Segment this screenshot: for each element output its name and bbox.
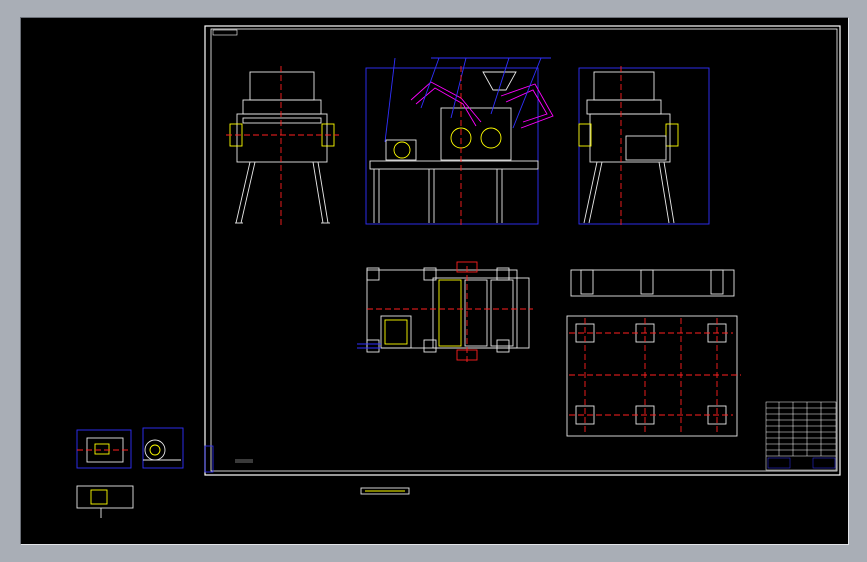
right-elevation-view[interactable] (578, 66, 710, 226)
sheet-corner-tab (212, 29, 238, 36)
foundation-plan-view[interactable] (566, 269, 741, 437)
left-elevation-view[interactable] (226, 66, 339, 226)
scale-bar (360, 487, 410, 495)
title-block[interactable] (765, 401, 837, 471)
center-elevation-view[interactable] (365, 57, 554, 228)
sheet-side-strip (204, 445, 214, 473)
sheet-note-mark (235, 459, 253, 463)
ucs-icon (27, 526, 45, 538)
drawing-viewport[interactable] (20, 17, 849, 545)
sheet-outer-frame (204, 25, 841, 476)
plan-view[interactable] (357, 261, 533, 364)
motor-detail-views[interactable] (76, 427, 184, 518)
cad-drawing-canvas[interactable] (21, 18, 848, 544)
sheet-inner-border (210, 28, 838, 472)
